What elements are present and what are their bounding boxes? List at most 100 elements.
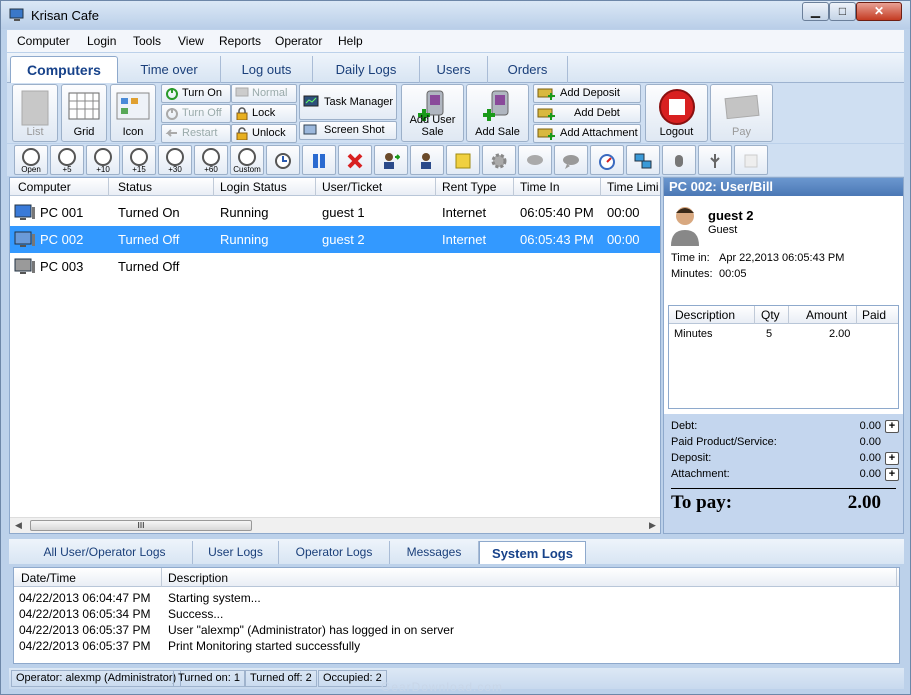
tab-all-logs[interactable]: All User/Operator Logs <box>17 541 193 564</box>
log-row[interactable]: 04/22/2013 06:05:37 PM User "alexmp" (Adm… <box>14 622 899 638</box>
screen-shot-label: Screen Shot <box>324 124 385 136</box>
divider <box>671 488 896 489</box>
timer-plus5-button[interactable]: +5 <box>50 145 84 175</box>
add-debt-button[interactable]: Add Debt <box>533 104 641 123</box>
list-view-button[interactable]: List <box>12 84 58 142</box>
blank-button[interactable] <box>734 145 768 175</box>
tab-daily-logs[interactable]: Daily Logs <box>313 56 420 83</box>
col-paid[interactable]: Paid <box>862 308 886 322</box>
clock-icon <box>202 148 220 166</box>
col-time-limit[interactable]: Time Limi <box>607 180 660 194</box>
restart-button[interactable]: Restart <box>161 124 231 143</box>
col-computer[interactable]: Computer <box>18 180 71 194</box>
delete-icon <box>347 153 363 169</box>
log-datetime: 04/22/2013 06:05:37 PM <box>19 639 151 653</box>
timer-custom-button[interactable]: Custom <box>230 145 264 175</box>
lock-button[interactable]: Lock <box>231 104 297 123</box>
menu-operator[interactable]: Operator <box>275 34 322 48</box>
scroll-thumb[interactable]: III <box>30 520 252 531</box>
list-item[interactable]: Minutes 5 2.00 <box>669 327 898 343</box>
log-row[interactable]: 04/22/2013 06:05:34 PM Success... <box>14 606 899 622</box>
clock-refresh-button[interactable] <box>266 145 300 175</box>
maximize-button[interactable]: □ <box>829 2 856 21</box>
col-rent-type[interactable]: Rent Type <box>442 180 496 194</box>
message-icon <box>563 155 579 169</box>
task-manager-button[interactable]: Task Manager <box>299 84 397 120</box>
menu-login[interactable]: Login <box>87 34 116 48</box>
logout-label: Logout <box>659 126 694 138</box>
table-row[interactable]: PC 001 Turned On Running guest 1 Interne… <box>10 199 660 226</box>
log-row[interactable]: 04/22/2013 06:05:37 PM Print Monitoring s… <box>14 638 899 654</box>
horizontal-scrollbar[interactable]: ◀ III ▶ <box>10 517 660 533</box>
normal-button[interactable]: Normal <box>231 84 297 103</box>
col-description[interactable]: Description <box>168 571 228 585</box>
dashboard-button[interactable] <box>590 145 624 175</box>
tab-users[interactable]: Users <box>420 56 488 83</box>
add-deposit-plus-button[interactable]: + <box>885 452 899 465</box>
col-user-ticket[interactable]: User/Ticket <box>322 180 382 194</box>
tab-orders[interactable]: Orders <box>488 56 568 83</box>
bill-panel: PC 002: User/Bill guest 2 Guest Time in:… <box>663 177 904 534</box>
chat-button[interactable] <box>518 145 552 175</box>
pay-button[interactable]: Pay <box>710 84 773 142</box>
lock-icon <box>236 107 248 120</box>
tab-messages[interactable]: Messages <box>390 541 479 564</box>
unlock-button[interactable]: Unlock <box>231 124 297 143</box>
col-date-time[interactable]: Date/Time <box>21 571 76 585</box>
menu-tools[interactable]: Tools <box>133 34 161 48</box>
scroll-left-icon[interactable]: ◀ <box>15 520 22 531</box>
col-description[interactable]: Description <box>675 308 735 322</box>
message-button[interactable] <box>554 145 588 175</box>
col-status[interactable]: Status <box>118 180 152 194</box>
grid-view-button[interactable]: Grid <box>61 84 107 142</box>
mouse-button[interactable] <box>662 145 696 175</box>
tab-operator-logs[interactable]: Operator Logs <box>279 541 390 564</box>
timer-open-button[interactable]: Open <box>14 145 48 175</box>
menu-help[interactable]: Help <box>338 34 363 48</box>
scroll-right-icon[interactable]: ▶ <box>649 520 656 531</box>
user-remove-button[interactable] <box>410 145 444 175</box>
pause-button[interactable] <box>302 145 336 175</box>
add-debt-plus-button[interactable]: + <box>885 420 899 433</box>
add-attachment-button[interactable]: Add Attachment <box>533 124 641 143</box>
table-row[interactable]: PC 003 Turned Off <box>10 253 660 280</box>
timer-plus10-button[interactable]: +10 <box>86 145 120 175</box>
log-row[interactable]: 04/22/2013 06:04:47 PM Starting system... <box>14 590 899 606</box>
network-button[interactable] <box>626 145 660 175</box>
logout-button[interactable]: Logout <box>645 84 708 142</box>
timer-plus30-button[interactable]: +30 <box>158 145 192 175</box>
screen-shot-button[interactable]: Screen Shot <box>299 121 397 140</box>
add-user-sale-button[interactable]: Add User Sale <box>401 84 464 142</box>
user-switch-button[interactable] <box>374 145 408 175</box>
menu-view[interactable]: View <box>178 34 204 48</box>
col-qty[interactable]: Qty <box>761 308 780 322</box>
timer-plus60-button[interactable]: +60 <box>194 145 228 175</box>
tab-time-over[interactable]: Time over <box>118 56 221 83</box>
col-time-in[interactable]: Time In <box>520 180 560 194</box>
timer-plus15-button[interactable]: +15 <box>122 145 156 175</box>
add-attachment-plus-button[interactable]: + <box>885 468 899 481</box>
turn-on-button[interactable]: Turn On <box>161 84 231 103</box>
watermark: GearDownload.com <box>381 680 504 694</box>
minimize-button[interactable]: ▁ <box>802 2 829 21</box>
menu-reports[interactable]: Reports <box>219 34 261 48</box>
delete-button[interactable] <box>338 145 372 175</box>
table-row[interactable]: PC 002 Turned Off Running guest 2 Intern… <box>10 226 660 253</box>
cell-computer: PC 003 <box>40 259 84 274</box>
menu-computer[interactable]: Computer <box>17 34 70 48</box>
settings-button[interactable] <box>482 145 516 175</box>
add-deposit-button[interactable]: Add Deposit <box>533 84 641 103</box>
tab-log-outs[interactable]: Log outs <box>221 56 313 83</box>
note-button[interactable] <box>446 145 480 175</box>
add-sale-button[interactable]: Add Sale <box>466 84 529 142</box>
usb-button[interactable] <box>698 145 732 175</box>
close-button[interactable]: ✕ <box>856 2 902 21</box>
computer-on-icon <box>14 204 35 220</box>
tab-system-logs[interactable]: System Logs <box>479 541 586 564</box>
tab-user-logs[interactable]: User Logs <box>193 541 279 564</box>
tab-computers[interactable]: Computers <box>10 56 118 83</box>
col-amount[interactable]: Amount <box>806 308 847 322</box>
turn-off-button[interactable]: Turn Off <box>161 104 231 123</box>
col-login-status[interactable]: Login Status <box>220 180 287 194</box>
icon-view-button[interactable]: Icon <box>110 84 156 142</box>
